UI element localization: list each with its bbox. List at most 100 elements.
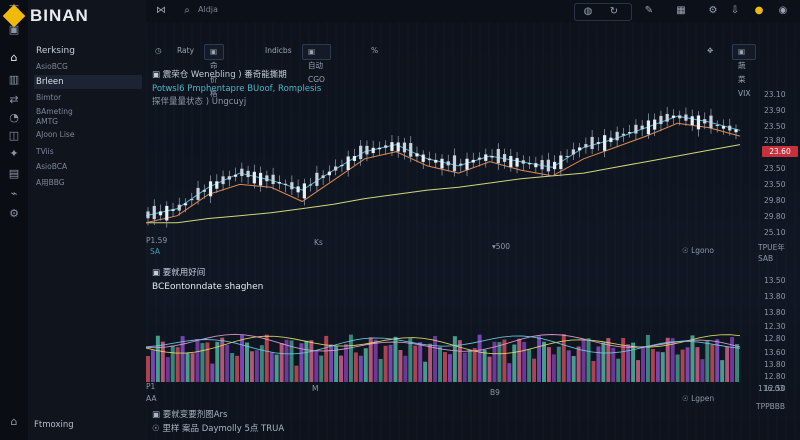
sidebar-item[interactable]: TViis	[34, 145, 142, 159]
volume-bar	[655, 351, 660, 382]
fire-icon[interactable]: ✦	[6, 146, 22, 162]
chart-canvas[interactable]	[146, 22, 800, 440]
candle-body	[290, 182, 294, 190]
volume-bar	[462, 352, 467, 382]
candle-body	[365, 145, 369, 155]
candle-body	[227, 176, 231, 180]
candle-body	[721, 125, 726, 129]
volume-bar	[571, 355, 576, 382]
icon-rail: 卋 ▣ ⌂ ▥ ⇄ ◔ ◫ ✦ ▤ ⌁ ⚙ ⌂	[0, 0, 29, 440]
candle-body	[709, 115, 713, 129]
volume-bar	[443, 352, 447, 382]
volume-bar	[378, 358, 383, 382]
candle-body	[578, 147, 582, 151]
candle-body	[496, 148, 500, 164]
candle-body	[459, 163, 463, 166]
calendar-icon[interactable]: ▦	[674, 4, 688, 18]
candle-body	[521, 160, 525, 164]
volume-bar	[264, 334, 269, 382]
volume-bar	[146, 356, 150, 382]
home-icon[interactable]: ⌂	[6, 50, 22, 66]
volume-bar	[240, 335, 245, 382]
volume-bar	[542, 341, 546, 382]
refresh-icon[interactable]: ↻	[607, 5, 621, 19]
brand-logo[interactable]: BINAN	[2, 4, 89, 28]
volume-bar	[393, 336, 398, 382]
sidebar-item[interactable]: AsioBCA	[34, 160, 142, 174]
candle-body	[671, 115, 676, 118]
volume-bar	[353, 352, 358, 382]
candle-body	[515, 158, 519, 167]
sidebar-item[interactable]: AMTG	[34, 115, 142, 129]
camera-icon[interactable]: ◉	[776, 4, 790, 18]
document-icon[interactable]: ▤	[6, 166, 22, 182]
volume-bar	[205, 342, 210, 382]
circle-icon[interactable]: ◍	[581, 5, 595, 19]
volume-bar	[576, 346, 581, 382]
layout-icon[interactable]: ⋈	[154, 4, 168, 18]
clock-icon[interactable]: ◔	[6, 110, 22, 126]
candle-body	[690, 116, 694, 126]
download-icon[interactable]: ⇩	[728, 4, 742, 18]
volume-bar	[452, 336, 457, 382]
chart-area: ◷ Raty ▣ 命价格 Indicbs ▣ 自动CGO % ✥ ▣ 蔬菜VIX…	[146, 22, 800, 440]
sidebar-item[interactable]: Bimtor	[34, 91, 142, 105]
volume-bar	[185, 352, 190, 382]
candle-body	[484, 154, 488, 161]
volume-bar	[274, 354, 279, 382]
volume-bar	[507, 363, 512, 382]
candle-body	[615, 131, 619, 141]
sidebar-item[interactable]: AsioBCG	[34, 60, 142, 74]
candle-body	[465, 158, 469, 170]
sidebar-item-active[interactable]: Brleen	[34, 75, 142, 89]
volume-bar	[418, 342, 423, 382]
volume-bar	[428, 343, 433, 382]
volume-bar	[685, 347, 690, 382]
brush-icon[interactable]: ✎	[642, 4, 656, 18]
volume-bar	[403, 355, 408, 382]
volume-bar	[660, 352, 665, 382]
volume-bar	[423, 361, 428, 382]
volume-bar	[215, 341, 220, 382]
candle-body	[171, 209, 175, 211]
volume-bar	[551, 354, 556, 382]
chart-icon[interactable]: ▥	[6, 72, 22, 88]
candle-body	[240, 168, 244, 177]
candle-body	[603, 135, 607, 151]
sidebar-item[interactable]: AJoon Lise	[34, 128, 142, 142]
toggle-group[interactable]: ◍ ↻	[574, 3, 632, 21]
candle-body	[434, 159, 438, 163]
candle-body	[452, 155, 457, 172]
volume-bar	[512, 344, 517, 382]
volume-bar	[235, 355, 240, 382]
volume-bar	[254, 350, 259, 382]
link-icon[interactable]: ⌁	[6, 186, 22, 202]
volume-bar	[339, 355, 344, 382]
candle-body	[390, 142, 394, 151]
volume-bar	[284, 339, 289, 382]
candle-body	[208, 181, 213, 197]
user-avatar-icon[interactable]: ●	[752, 4, 766, 18]
home-bottom-icon[interactable]: ⌂	[6, 414, 22, 430]
chat-icon[interactable]: ◫	[6, 128, 22, 144]
price-series-line	[146, 144, 741, 224]
search-icon[interactable]: ⌕	[180, 4, 194, 18]
top-bar: ⋈ ⌕ Aldja ◍ ↻ ✎ ▦ ⚙ ⇩ ● ◉	[146, 0, 800, 23]
volume-bar	[438, 346, 443, 382]
sidebar-item[interactable]: A用BBG	[34, 176, 142, 190]
settings-icon[interactable]: ⚙	[6, 206, 22, 222]
candle-body	[284, 183, 288, 186]
candle-body	[315, 172, 319, 186]
search-input[interactable]: Aldja	[198, 5, 218, 14]
candle-body	[327, 171, 332, 176]
gear-icon[interactable]: ⚙	[706, 4, 720, 18]
swap-icon[interactable]: ⇄	[6, 92, 22, 108]
volume-bar	[517, 338, 522, 382]
candle-body	[634, 124, 638, 134]
candle-body	[490, 156, 494, 158]
volume-bar	[720, 360, 725, 382]
volume-bar	[348, 334, 353, 382]
candle-body	[696, 115, 701, 130]
price-series-line	[146, 122, 741, 224]
candle-body	[646, 120, 651, 135]
